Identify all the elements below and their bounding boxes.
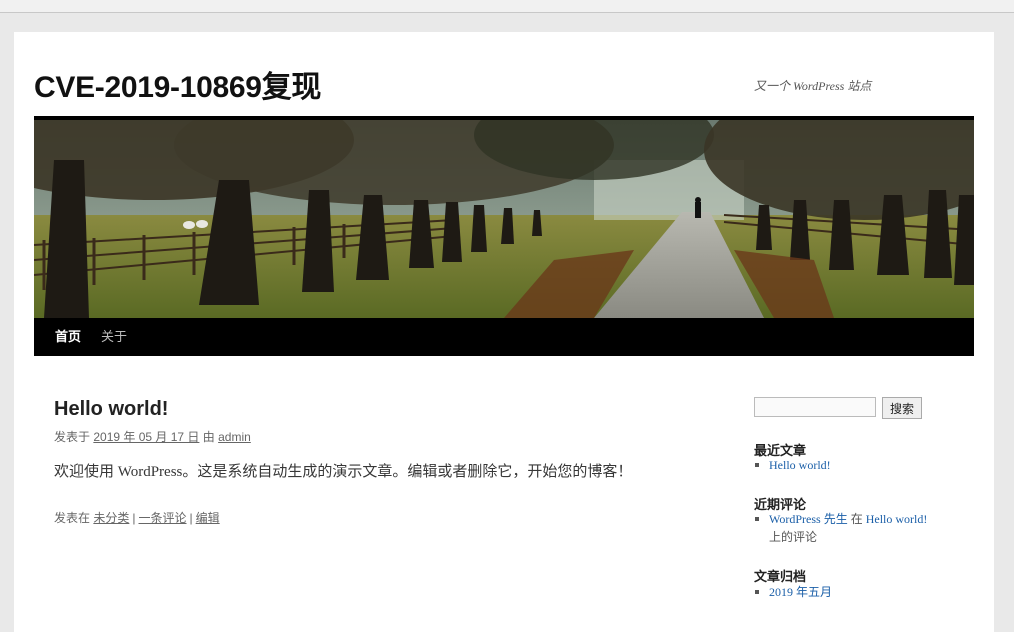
recent-posts-list: Hello world!	[754, 456, 964, 474]
header-image	[34, 116, 974, 318]
header-image-landscape	[34, 120, 974, 318]
recent-post-link[interactable]: Hello world!	[769, 458, 831, 472]
search-button[interactable]: 搜索	[882, 397, 922, 419]
search-input[interactable]	[754, 397, 876, 417]
list-item: Hello world!	[754, 456, 964, 474]
post-category-link[interactable]: 未分类	[93, 511, 129, 525]
post-edit-link[interactable]: 编辑	[196, 511, 220, 525]
main-navigation: 首页 关于	[34, 318, 974, 356]
list-item: WordPress 先生 在 Hello world! 上的评论	[754, 510, 964, 546]
comment-suffix-text: 上的评论	[769, 530, 818, 544]
post-meta-prefix: 发表于	[54, 430, 91, 444]
comment-on-text: 在	[850, 512, 863, 526]
comment-post-link[interactable]: Hello world!	[866, 512, 928, 526]
post-title[interactable]: Hello world!	[54, 398, 168, 421]
separator: |	[189, 511, 193, 525]
post-footer: 发表在 未分类 | 一条评论 | 编辑	[54, 509, 220, 526]
nav-about[interactable]: 关于	[101, 318, 127, 356]
post-foot-prefix: 发表在	[54, 511, 91, 525]
post-meta: 发表于 2019 年 05 月 17 日 由 admin	[54, 428, 251, 445]
archive-link[interactable]: 2019 年五月	[769, 585, 832, 599]
post-comments-link[interactable]: 一条评论	[139, 511, 187, 525]
list-item: 2019 年五月	[754, 583, 964, 601]
site-title[interactable]: CVE-2019-10869复现	[34, 62, 321, 106]
site-description: 又一个 WordPress 站点	[754, 79, 872, 93]
post-author-link[interactable]: admin	[218, 430, 251, 444]
separator: |	[132, 511, 136, 525]
comment-author-link[interactable]: WordPress 先生	[769, 512, 848, 526]
archives-list: 2019 年五月	[754, 583, 964, 601]
nav-home[interactable]: 首页	[55, 318, 81, 356]
post-meta-by: 由	[202, 430, 215, 444]
post-content: 欢迎使用 WordPress。这是系统自动生成的演示文章。编辑或者删除它，开始您…	[54, 464, 633, 480]
post-date-link[interactable]: 2019 年 05 月 17 日	[93, 430, 199, 444]
recent-comments-list: WordPress 先生 在 Hello world! 上的评论	[754, 510, 964, 546]
page-container: CVE-2019-10869复现 又一个 WordPress 站点 首页 关于 …	[14, 32, 994, 632]
browser-top-bar	[0, 0, 1014, 13]
